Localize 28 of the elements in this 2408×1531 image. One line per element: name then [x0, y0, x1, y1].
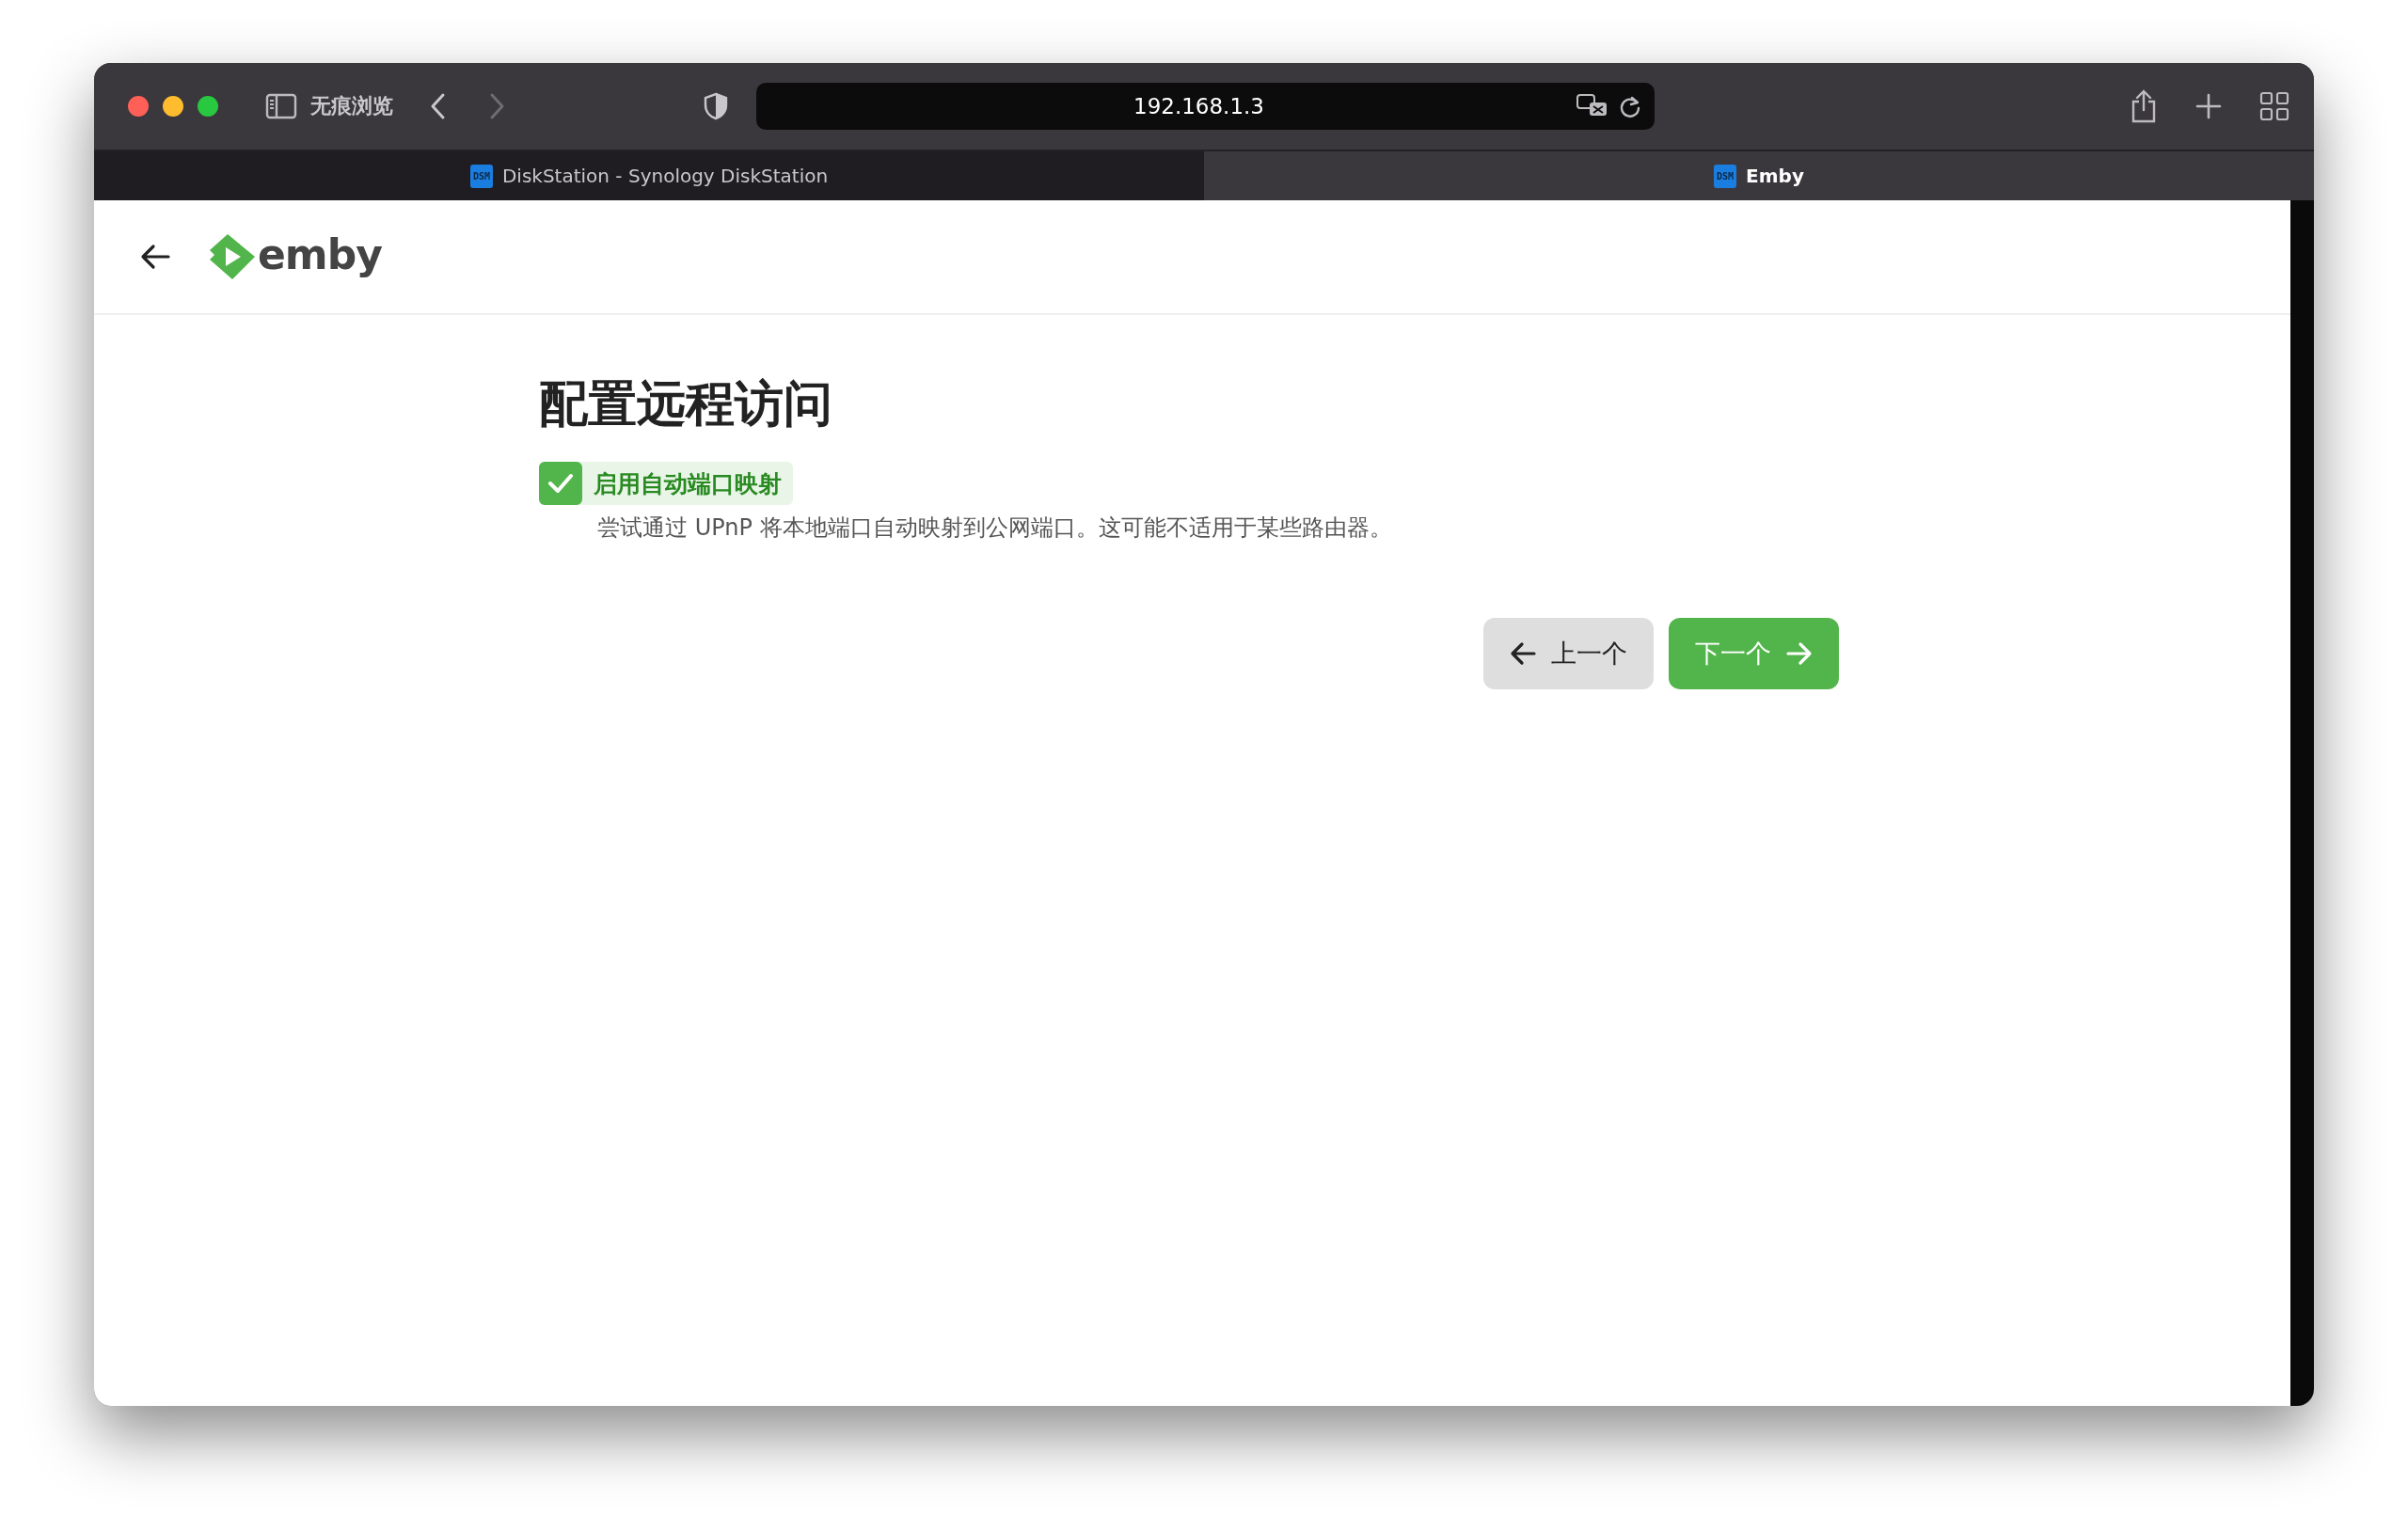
- tab-title: DiskStation - Synology DiskStation: [501, 165, 829, 187]
- checkbox[interactable]: [539, 462, 582, 505]
- checkbox-option[interactable]: 启用自动端口映射: [539, 462, 793, 505]
- tab-title: Emby: [1746, 165, 1804, 187]
- browser-tab[interactable]: DSM DiskStation - Synology DiskStation: [94, 151, 1204, 200]
- close-button[interactable]: [128, 96, 149, 117]
- zoom-button[interactable]: [198, 96, 218, 117]
- previous-button[interactable]: 上一个: [1483, 618, 1654, 689]
- tab-overview-icon[interactable]: [2259, 91, 2289, 121]
- sidebar-icon: [265, 93, 297, 119]
- address-bar[interactable]: 192.168.1.3: [756, 83, 1655, 130]
- favicon-icon: DSM: [469, 164, 493, 188]
- checkmark-icon: [547, 472, 575, 495]
- sidebar-button[interactable]: 无痕浏览: [265, 92, 393, 120]
- minimize-button[interactable]: [163, 96, 183, 117]
- reload-icon[interactable]: [1619, 94, 1641, 118]
- left-arrow-icon: [1510, 641, 1536, 666]
- new-tab-icon[interactable]: [2195, 93, 2222, 119]
- emby-logo[interactable]: emby: [209, 233, 382, 280]
- logo-icon: [209, 233, 256, 280]
- right-arrow-icon: [1786, 641, 1813, 666]
- back-arrow-icon[interactable]: [139, 244, 171, 270]
- url-text: 192.168.1.3: [1133, 94, 1264, 118]
- option-description: 尝试通过 UPnP 将本地端口自动映射到公网端口。这可能不适用于某些路由器。: [597, 513, 1393, 543]
- favicon-icon: DSM: [1714, 164, 1737, 188]
- page-title: 配置远程访问: [539, 374, 833, 434]
- shield-icon[interactable]: [704, 92, 728, 120]
- share-icon[interactable]: [2130, 89, 2158, 123]
